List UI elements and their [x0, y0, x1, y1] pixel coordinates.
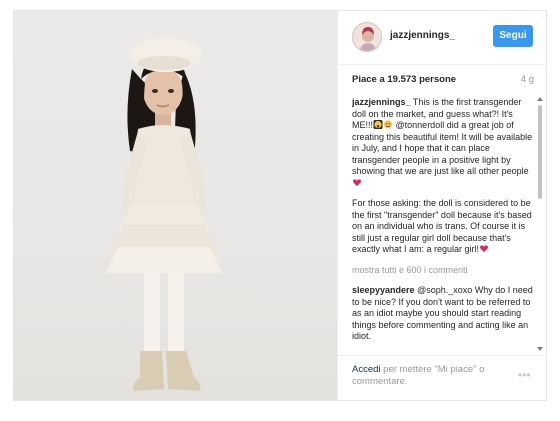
- caption-continued: For those asking: the doll is considered…: [352, 198, 536, 256]
- likes-count[interactable]: Piace a 19.573 persone: [352, 74, 456, 85]
- view-all-comments-link[interactable]: mostra tutti e 600 i commenti: [352, 265, 536, 277]
- avatar-icon: [353, 23, 381, 51]
- comment-username[interactable]: sleepyyandere: [352, 285, 415, 295]
- post-sidebar: jazzjennings_ Segui Piace a 19.573 perso…: [337, 11, 547, 400]
- caption-text-3: For those asking: the doll is considered…: [352, 198, 532, 254]
- caption-mention[interactable]: @tonnerdoll: [396, 120, 445, 130]
- post-header: jazzjennings_ Segui: [338, 11, 547, 65]
- more-options-icon[interactable]: •••: [518, 368, 531, 382]
- scroll-up-icon[interactable]: [537, 97, 543, 101]
- login-prompt: Accedi per mettere "Mi piace" o commenta…: [352, 364, 502, 388]
- post-timestamp[interactable]: 4 g: [521, 74, 534, 85]
- red-heart-icon: [353, 178, 361, 186]
- scrollbar-thumb[interactable]: [538, 105, 542, 199]
- doll-image: [106, 38, 222, 391]
- comment: sleepyyandere @soph._xoxo Why do I need …: [352, 285, 536, 343]
- instagram-post: jazzjennings_ Segui Piace a 19.573 perso…: [13, 10, 547, 401]
- comments-scrollbar[interactable]: [537, 97, 543, 351]
- red-heart-icon: [480, 245, 489, 253]
- scroll-down-icon[interactable]: [537, 347, 543, 351]
- login-link[interactable]: Accedi: [352, 364, 381, 375]
- heart-eyes-emoji-icon: [383, 120, 393, 129]
- scream-emoji-icon: [373, 120, 383, 129]
- follow-button[interactable]: Segui: [493, 25, 533, 47]
- caption-username[interactable]: jazzjennings_: [352, 97, 411, 107]
- post-photo[interactable]: [14, 11, 337, 400]
- profile-avatar[interactable]: [352, 22, 382, 52]
- post-username[interactable]: jazzjennings_: [390, 30, 455, 41]
- post-footer: Accedi per mettere "Mi piace" o commenta…: [338, 355, 547, 400]
- comments-list[interactable]: jazzjennings_ This is the first transgen…: [352, 97, 536, 351]
- caption: jazzjennings_ This is the first transgen…: [352, 97, 536, 189]
